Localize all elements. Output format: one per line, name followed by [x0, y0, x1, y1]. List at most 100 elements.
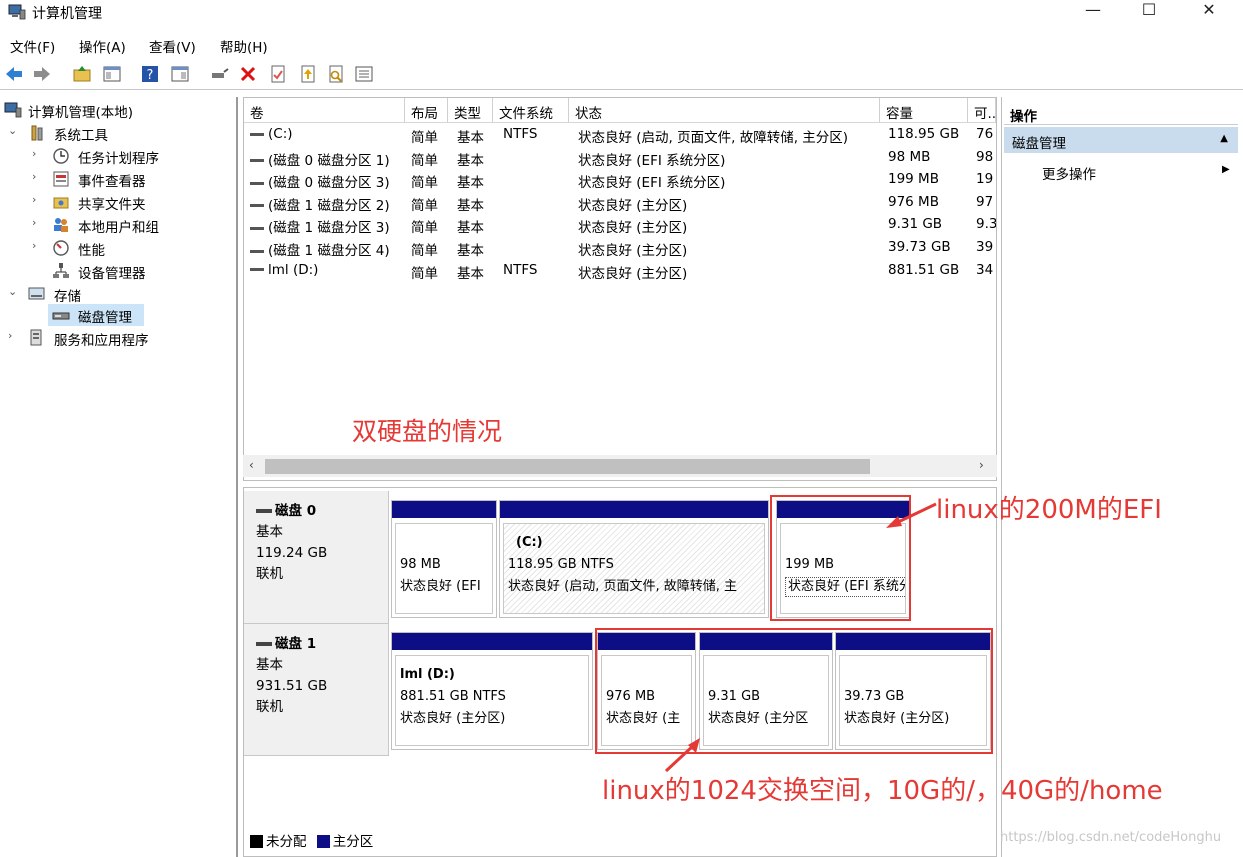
horizontal-scrollbar[interactable]: ‹ › — [243, 455, 997, 477]
menu-help[interactable]: 帮助(H) — [220, 36, 268, 56]
cell-layout: 简单 — [411, 175, 438, 192]
cell-vol: (磁盘 1 磁盘分区 3) — [250, 216, 402, 236]
close-button[interactable]: ✕ — [1186, 0, 1232, 24]
cell-status: 状态良好 (EFI 系统分区) — [578, 152, 726, 169]
cell-vol: (磁盘 1 磁盘分区 2) — [250, 194, 402, 214]
cell-layout: 简单 — [411, 197, 438, 214]
up-folder-icon[interactable] — [72, 64, 92, 84]
chevron-right-icon[interactable]: › — [32, 193, 46, 206]
tree-item-task-scheduler[interactable]: › 任务计划程序 — [32, 145, 234, 167]
minimize-button[interactable]: — — [1070, 0, 1116, 24]
tree-item-shared-folders[interactable]: › 共享文件夹 — [32, 191, 234, 213]
submenu-arrow-icon[interactable]: ▶ — [1222, 164, 1230, 175]
search-document-icon[interactable] — [326, 64, 346, 84]
menu-action[interactable]: 操作(A) — [79, 36, 126, 56]
tree-item-performance[interactable]: › 性能 — [32, 237, 234, 259]
cell-free: 98 — [976, 148, 994, 165]
volume-name: (磁盘 1 磁盘分区 2) — [268, 197, 390, 214]
tree-item-event-viewer[interactable]: › 事件查看器 — [32, 168, 234, 190]
chevron-down-icon[interactable]: ⌄ — [8, 285, 22, 298]
import-icon[interactable] — [298, 64, 318, 84]
tree-item-storage[interactable]: ⌄ 存储 — [8, 283, 234, 305]
cell-fs: NTFS — [503, 126, 538, 142]
chevron-right-icon[interactable]: › — [32, 147, 46, 160]
collapse-up-icon[interactable]: ▲ — [1220, 133, 1228, 144]
title-bar: 计算机管理 — ☐ ✕ — [0, 0, 1243, 30]
disk-0-partition-c[interactable]: (C:) 118.95 GB NTFS 状态良好 (启动, 页面文件, 故障转储… — [499, 500, 769, 618]
disk-1-partition-d[interactable]: lml (D:) 881.51 GB NTFS 状态良好 (主分区) — [391, 632, 593, 750]
volume-name: (磁盘 0 磁盘分区 1) — [268, 152, 390, 169]
column-header-free[interactable]: 可... — [968, 98, 996, 123]
connect-icon[interactable] — [210, 64, 230, 84]
legend-unallocated: 未分配 — [266, 834, 307, 850]
partition-name: lml (D:) — [400, 667, 455, 682]
tree-item-local-users[interactable]: › 本地用户和组 — [32, 214, 234, 236]
cell-type: 基本 — [457, 265, 484, 282]
chevron-right-icon[interactable]: › — [32, 239, 46, 252]
disk-0-info[interactable]: 磁盘 0 基本 119.24 GB 联机 — [244, 491, 389, 624]
tree-item-device-manager[interactable]: 设备管理器 — [32, 260, 234, 282]
table-row[interactable]: (磁盘 0 磁盘分区 3) 简单 基本 状态良好 (EFI 系统分区) 199 MB 19 — [244, 169, 996, 191]
column-header-status[interactable]: 状态 — [569, 98, 880, 123]
clock-icon — [53, 148, 69, 164]
cell-status: 状态良好 (EFI 系统分区) — [578, 175, 726, 192]
column-header-filesystem[interactable]: 文件系统 — [493, 98, 569, 123]
chevron-right-icon[interactable]: › — [32, 216, 46, 229]
cell-vol: (C:) — [250, 126, 402, 142]
disk-drive-icon — [52, 312, 70, 320]
performance-gauge-icon — [53, 240, 69, 256]
tree-item-system-tools[interactable]: ⌄ 系统工具 — [8, 122, 234, 144]
table-row[interactable]: (磁盘 1 磁盘分区 4) 简单 基本 状态良好 (主分区) 39.73 GB 39 — [244, 237, 996, 259]
chevron-down-icon[interactable]: ⌄ — [8, 124, 22, 137]
check-disk-icon[interactable] — [268, 64, 288, 84]
disk-1-name: 磁盘 1 — [256, 634, 388, 655]
volume-icon — [250, 181, 264, 185]
device-manager-icon — [53, 263, 69, 278]
more-actions-item[interactable]: 更多操作 — [1042, 163, 1096, 183]
back-arrow-icon[interactable] — [4, 64, 24, 84]
scrollbar-thumb[interactable] — [265, 459, 870, 474]
menu-view[interactable]: 查看(V) — [149, 36, 196, 56]
table-row[interactable]: (磁盘 1 磁盘分区 2) 简单 基本 状态良好 (主分区) 976 MB 97 — [244, 192, 996, 214]
scroll-left-icon[interactable]: ‹ — [249, 458, 254, 472]
forward-arrow-icon[interactable] — [32, 64, 52, 84]
tree-item-computer-management[interactable]: 计算机管理(本地) — [4, 99, 234, 121]
cell-layout: 简单 — [411, 243, 438, 259]
unallocated-swatch — [250, 835, 263, 848]
help-icon[interactable]: ? — [140, 64, 160, 84]
computer-management-icon — [8, 4, 26, 20]
navigation-tree: 计算机管理(本地) ⌄ 系统工具 › 任务计划程序 › 事件查看器 › 共享文件… — [0, 97, 238, 857]
column-header-volume[interactable]: 卷 — [244, 98, 405, 123]
actions-group-disk-management[interactable]: 磁盘管理 ▲ — [1004, 127, 1238, 153]
delete-icon[interactable] — [238, 64, 258, 84]
scroll-right-icon[interactable]: › — [979, 458, 984, 472]
tree-item-disk-management[interactable]: 磁盘管理 — [48, 304, 144, 326]
show-hide-tree-icon[interactable] — [102, 64, 122, 84]
table-row[interactable]: (磁盘 1 磁盘分区 3) 简单 基本 状态良好 (主分区) 9.31 GB 9.3 — [244, 214, 996, 236]
table-row[interactable]: (C:) 简单 基本 NTFS 状态良好 (启动, 页面文件, 故障转储, 主分区) 11… — [244, 124, 996, 146]
actions-pane: 操作 磁盘管理 ▲ 更多操作 ▶ — [1001, 97, 1239, 857]
annotation-arrow-efi — [886, 502, 937, 528]
chevron-right-icon[interactable]: › — [32, 170, 46, 183]
chevron-right-icon[interactable]: › — [8, 329, 22, 342]
annotation-box-linux — [595, 628, 993, 754]
column-header-capacity[interactable]: 容量 — [880, 98, 968, 123]
table-row[interactable]: lml (D:) 简单 基本 NTFS 状态良好 (主分区) 881.51 GB 34 — [244, 260, 996, 282]
disk-1-info[interactable]: 磁盘 1 基本 931.51 GB 联机 — [244, 624, 389, 756]
tree-item-services-apps[interactable]: › 服务和应用程序 — [8, 327, 234, 349]
partition-status: 状态良好 (主分区) — [400, 711, 506, 726]
list-view-icon[interactable] — [354, 64, 374, 84]
volume-name: (磁盘 1 磁盘分区 4) — [268, 243, 390, 259]
table-row[interactable]: (磁盘 0 磁盘分区 1) 简单 基本 状态良好 (EFI 系统分区) 98 MB 98 — [244, 147, 996, 169]
column-header-layout[interactable]: 布局 — [405, 98, 448, 123]
cell-type: 基本 — [457, 220, 484, 237]
maximize-button[interactable]: ☐ — [1126, 0, 1172, 24]
disk-0-partition-1[interactable]: 98 MB 状态良好 (EFI — [391, 500, 497, 618]
column-header-type[interactable]: 类型 — [448, 98, 493, 123]
cell-type: 基本 — [457, 243, 484, 259]
menu-file[interactable]: 文件(F) — [10, 36, 55, 56]
properties-pane-icon[interactable] — [170, 64, 190, 84]
primary-swatch — [316, 835, 330, 848]
partition-status: 状态良好 (启动, 页面文件, 故障转储, 主 — [508, 579, 737, 594]
cell-cap: 98 MB — [888, 148, 931, 165]
